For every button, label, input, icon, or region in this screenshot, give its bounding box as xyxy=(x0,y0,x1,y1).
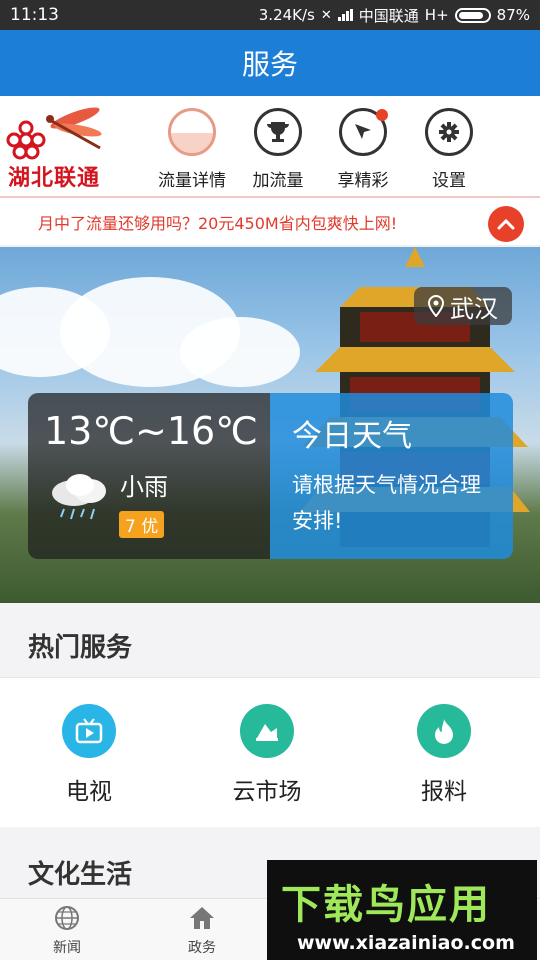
collapse-button[interactable] xyxy=(488,206,524,242)
status-indicators: 3.24K/s ✕ 中国联通 H+ 87% xyxy=(259,5,530,26)
weather-condition: 小雨 xyxy=(120,473,168,501)
quick-item-highlights[interactable]: 享精彩 xyxy=(318,108,408,191)
net-speed: 3.24K/s xyxy=(258,6,315,24)
weather-tip-title: 今日天气 xyxy=(292,419,412,454)
hot-item-report[interactable]: 报料 xyxy=(384,704,504,806)
weather-card[interactable]: 13℃~16℃ 小雨 7 优 xyxy=(28,393,270,559)
rain-cloud-icon xyxy=(52,474,106,520)
quick-item-label: 流量详情 xyxy=(158,171,226,191)
cursor-icon xyxy=(339,108,388,156)
signal-icon xyxy=(337,9,353,21)
quick-item-label: 加流量 xyxy=(252,171,304,191)
unicom-logo: 湖北联通 xyxy=(0,96,130,196)
mute-icon: ✕ xyxy=(320,7,332,23)
data-usage-icon xyxy=(168,108,216,156)
home-icon xyxy=(190,907,214,929)
quick-item-add-data[interactable]: 加流量 xyxy=(233,108,323,191)
carrier-name: 中国联通 xyxy=(358,6,419,25)
quick-item-label: 享精彩 xyxy=(337,171,389,191)
watermark: 下载鸟应用 www.xiazainiao.com xyxy=(267,860,537,960)
hot-services-title: 热门服务 xyxy=(28,633,133,663)
aqi-badge: 7 优 xyxy=(119,511,165,538)
trophy-icon xyxy=(254,108,302,156)
logo-text: 湖北联通 xyxy=(8,166,101,191)
status-bar: 11:13 3.24K/s ✕ 中国联通 H+ 87% xyxy=(0,0,540,30)
status-time: 11:13 xyxy=(10,5,59,25)
hot-item-cloud-market[interactable]: 云市场 xyxy=(207,704,327,806)
location-selector[interactable]: 武汉 xyxy=(414,287,512,325)
nav-label: 新闻 xyxy=(53,940,81,956)
nav-item-news[interactable]: 新闻 xyxy=(22,905,112,957)
chevron-up-icon xyxy=(497,218,515,230)
hot-item-label: 报料 xyxy=(421,779,467,805)
cloud-shape xyxy=(180,317,300,387)
nav-label: 政务 xyxy=(188,940,216,956)
battery-icon xyxy=(454,7,491,23)
quick-item-settings[interactable]: 设置 xyxy=(404,108,494,191)
hot-services-panel: 电视 云市场 报料 xyxy=(0,677,540,827)
hot-item-label: 电视 xyxy=(66,779,112,805)
weather-tip-body: 请根据天气情况合理安排! xyxy=(292,473,481,533)
watermark-title: 下载鸟应用 xyxy=(281,882,491,928)
gear-icon xyxy=(425,108,473,156)
hot-item-label: 云市场 xyxy=(232,779,302,805)
culture-section-title: 文化生活 xyxy=(28,860,133,890)
globe-icon xyxy=(55,906,79,930)
promo-notice-text[interactable]: 月中了流量还够用吗？20元450M省内包爽快上网! xyxy=(38,210,397,234)
market-icon xyxy=(240,704,294,758)
nav-item-government[interactable]: 政务 xyxy=(157,905,247,957)
quick-item-label: 设置 xyxy=(432,171,466,191)
tv-icon xyxy=(62,704,116,758)
battery-level: 87% xyxy=(496,6,530,24)
location-pin-icon xyxy=(428,295,444,317)
fire-icon xyxy=(417,704,471,758)
quick-item-data-usage[interactable]: 流量详情 xyxy=(147,108,237,191)
network-type: H+ xyxy=(424,6,449,24)
watermark-url: www.xiazainiao.com xyxy=(297,932,515,954)
hot-item-tv[interactable]: 电视 xyxy=(29,704,149,806)
notification-dot xyxy=(376,109,388,121)
weather-tip-card[interactable]: 今日天气 请根据天气情况合理安排! xyxy=(270,393,513,559)
temperature-range: 13℃~16℃ xyxy=(44,409,258,453)
promo-notice-bar[interactable]: 月中了流量还够用吗？20元450M省内包爽快上网! xyxy=(0,196,540,246)
page-title: 服务 xyxy=(241,48,298,81)
quick-services-row: 湖北联通 流量详情 加流量 享精彩 设置 xyxy=(0,96,540,196)
title-bar: 服务 xyxy=(0,30,540,96)
weather-banner: 武汉 13℃~16℃ 小雨 7 优 今日天气 请根据天气情况合理安排! xyxy=(0,247,540,603)
location-name: 武汉 xyxy=(450,294,498,323)
